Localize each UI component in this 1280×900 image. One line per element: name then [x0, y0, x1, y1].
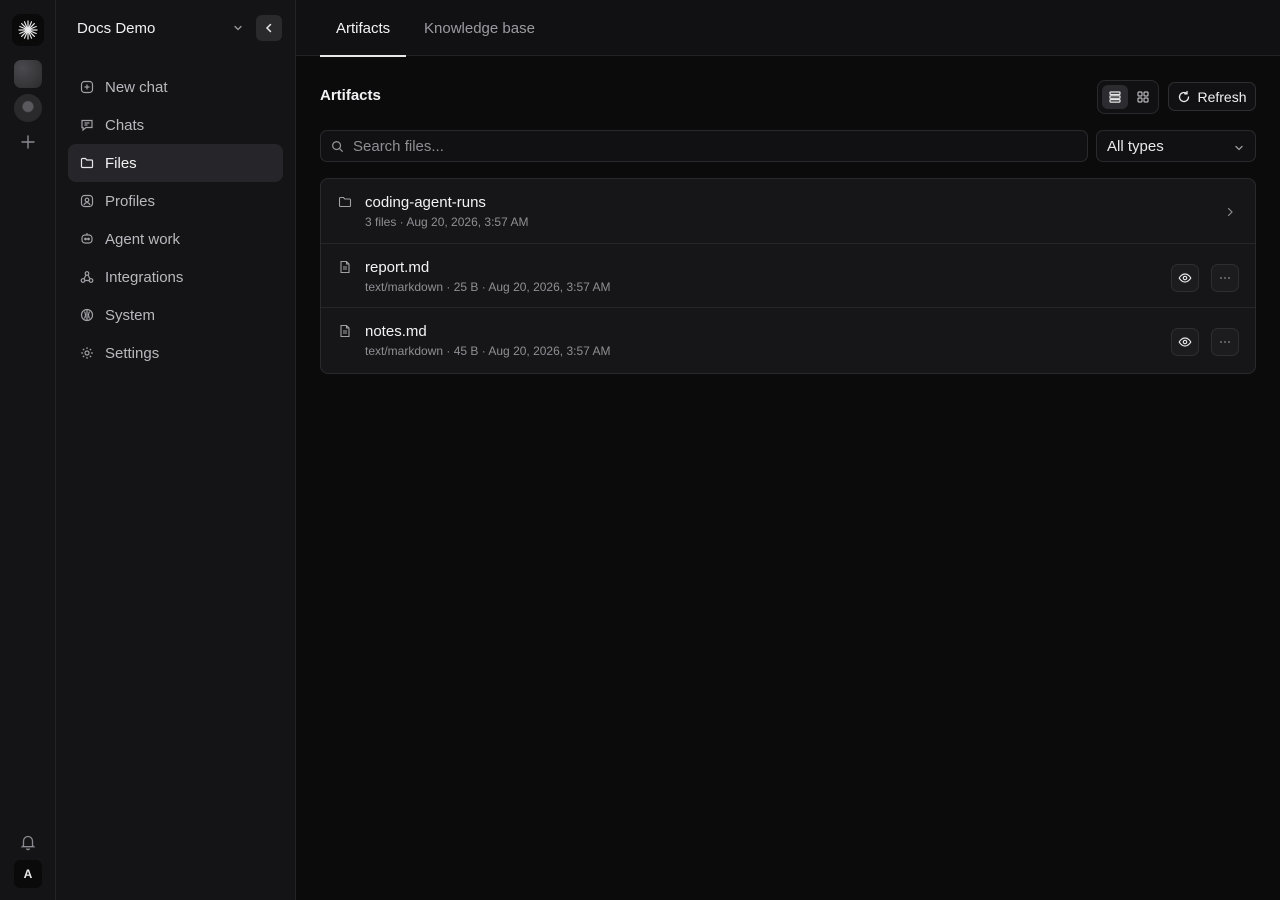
sparkle-logo-icon[interactable]	[12, 14, 44, 46]
sidebar-nav: New chat Chats Files Profiles Agent work…	[68, 68, 283, 372]
list-view-button[interactable]	[1102, 85, 1128, 109]
chevron-right-icon	[1225, 205, 1235, 221]
folder-icon	[80, 156, 94, 170]
integrations-icon	[80, 270, 94, 284]
search-icon	[332, 140, 343, 152]
tab-knowledge-base[interactable]: Knowledge base	[408, 0, 551, 56]
main-content: Artifacts Knowledge base Artifacts Refre…	[296, 0, 1280, 900]
sidebar-item-label: Files	[105, 154, 137, 172]
sidebar-item-agent-work[interactable]: Agent work	[68, 220, 283, 258]
more-horizontal-icon	[1220, 341, 1230, 343]
sidebar-item-files[interactable]: Files	[68, 144, 283, 182]
chevron-down-icon	[232, 21, 244, 38]
collapse-sidebar-button[interactable]	[256, 15, 282, 41]
grid-icon	[1137, 91, 1149, 103]
search-bar	[320, 130, 1088, 162]
profile-icon	[80, 194, 94, 208]
more-actions-button[interactable]	[1211, 263, 1239, 292]
file-text-icon	[338, 324, 352, 338]
file-meta: text/markdown · 45 B · Aug 20, 2026, 3:5…	[365, 344, 611, 358]
preview-button[interactable]	[1171, 263, 1199, 292]
sidebar-item-system[interactable]: System	[68, 296, 283, 334]
sidebar-item-label: Agent work	[105, 230, 181, 248]
search-input[interactable]	[353, 137, 1053, 155]
sidebar: Docs Demo New chat Chats Files Profiles …	[56, 0, 296, 900]
tab-bar: Artifacts Knowledge base	[296, 0, 1280, 57]
sidebar-item-label: Profiles	[105, 192, 156, 210]
page-title: Artifacts	[320, 87, 381, 104]
eye-icon	[1178, 337, 1192, 347]
workspace-rail: A	[0, 0, 56, 900]
workspace-avatar-2[interactable]	[14, 94, 42, 122]
tab-label: Artifacts	[336, 19, 391, 37]
system-icon	[80, 308, 94, 322]
file-list: coding-agent-runs 3 files · Aug 20, 2026…	[320, 178, 1256, 374]
list-item-file[interactable]: notes.md text/markdown · 45 B · Aug 20, …	[321, 308, 1255, 373]
gear-icon	[80, 346, 94, 360]
sidebar-item-settings[interactable]: Settings	[68, 334, 283, 372]
folder-icon	[338, 195, 352, 209]
refresh-button[interactable]: Refresh	[1168, 82, 1256, 111]
sidebar-item-label: System	[105, 306, 156, 324]
sidebar-item-label: New chat	[105, 78, 168, 96]
chevron-down-icon	[1233, 141, 1245, 158]
chat-icon	[80, 118, 94, 132]
file-name: notes.md	[365, 323, 427, 340]
type-filter-select[interactable]: All types	[1096, 130, 1256, 162]
workspace-switcher[interactable]: Docs Demo	[66, 12, 246, 44]
file-name: coding-agent-runs	[365, 194, 486, 211]
plus-circle-icon	[80, 80, 94, 94]
sidebar-item-label: Integrations	[105, 268, 184, 286]
refresh-icon	[1177, 90, 1191, 104]
agent-icon	[80, 232, 94, 246]
list-icon	[1109, 91, 1121, 103]
chevron-left-icon	[265, 23, 272, 33]
sidebar-item-chats[interactable]: Chats	[68, 106, 283, 144]
user-avatar[interactable]: A	[14, 860, 42, 888]
sidebar-item-label: Chats	[105, 116, 145, 134]
list-item-folder[interactable]: coding-agent-runs 3 files · Aug 20, 2026…	[321, 179, 1255, 244]
list-item-file[interactable]: report.md text/markdown · 25 B · Aug 20,…	[321, 244, 1255, 308]
sidebar-item-new-chat[interactable]: New chat	[68, 68, 283, 106]
type-filter-value: All types	[1107, 137, 1164, 155]
preview-button[interactable]	[1171, 328, 1199, 356]
more-actions-button[interactable]	[1211, 328, 1239, 356]
sidebar-item-profiles[interactable]: Profiles	[68, 182, 283, 220]
file-text-icon	[338, 260, 352, 274]
view-mode-toggle	[1097, 80, 1159, 114]
file-meta: 3 files · Aug 20, 2026, 3:57 AM	[365, 215, 529, 229]
file-name: report.md	[365, 258, 430, 276]
file-meta: text/markdown · 25 B · Aug 20, 2026, 3:5…	[365, 279, 611, 294]
sidebar-item-integrations[interactable]: Integrations	[68, 258, 283, 296]
sidebar-item-label: Settings	[105, 344, 160, 362]
tab-artifacts[interactable]: Artifacts	[320, 0, 407, 57]
workspace-name: Docs Demo	[77, 19, 156, 37]
bell-icon[interactable]	[19, 833, 37, 851]
refresh-label: Refresh	[1197, 88, 1247, 105]
workspace-avatar-1[interactable]	[14, 60, 42, 88]
grid-view-button[interactable]	[1130, 85, 1156, 109]
eye-icon	[1178, 272, 1192, 283]
plus-icon[interactable]	[18, 132, 38, 152]
tab-label: Knowledge base	[424, 19, 535, 37]
more-horizontal-icon	[1220, 276, 1230, 279]
